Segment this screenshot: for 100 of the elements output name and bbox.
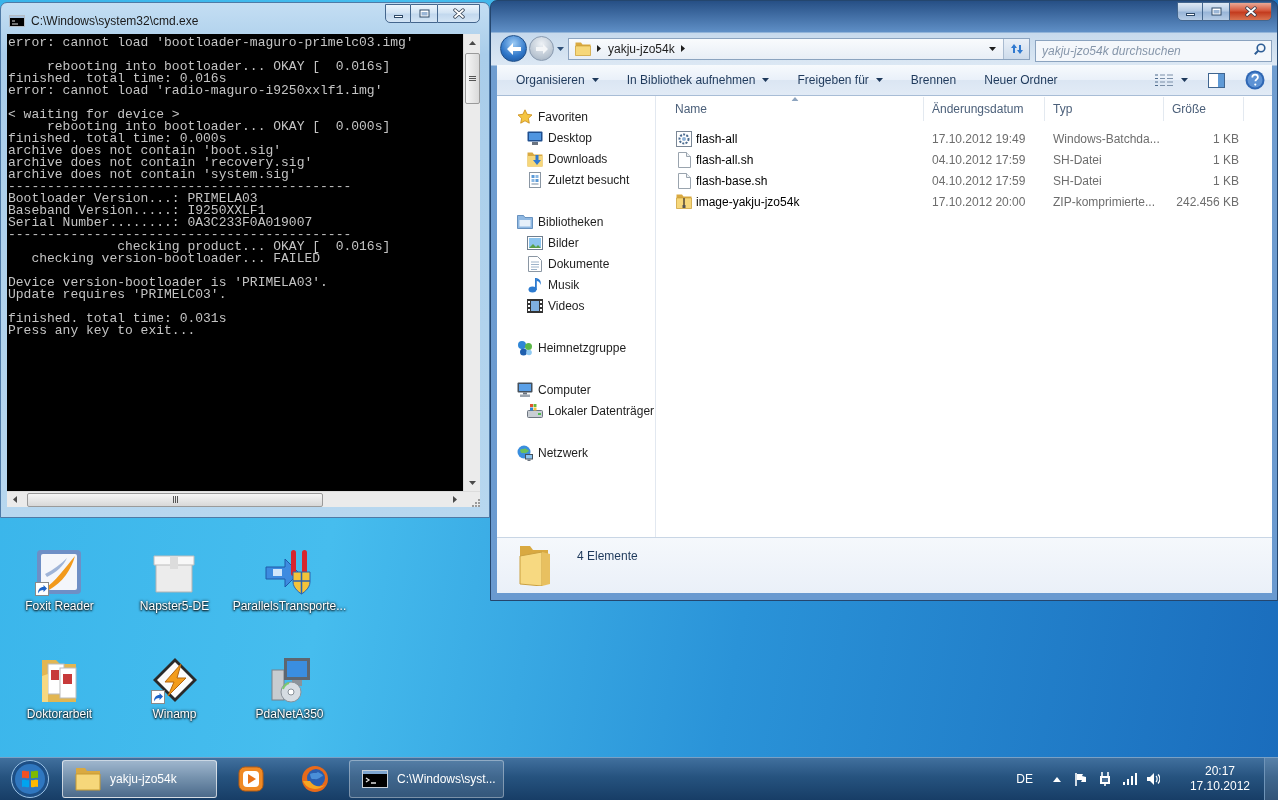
console-line: archive does not contain 'boot.sig' bbox=[8, 145, 282, 157]
search-field[interactable]: yakju-jzo54k durchsuchen bbox=[1035, 39, 1272, 62]
document-grid-icon bbox=[527, 171, 543, 188]
breadcrumb-item[interactable]: yakju-jzo54k bbox=[605, 39, 678, 58]
star-icon bbox=[517, 108, 533, 125]
clock-button[interactable]: 20:17 17.10.2012 bbox=[1189, 764, 1250, 794]
file-size: 242.456 KB bbox=[1176, 193, 1239, 211]
start-orb-icon bbox=[11, 760, 49, 798]
power-plug-icon[interactable] bbox=[1098, 772, 1111, 786]
refresh-icon bbox=[1009, 42, 1024, 55]
column-header[interactable]: Größe bbox=[1164, 97, 1244, 121]
dropdown-caret-icon bbox=[1181, 78, 1188, 82]
signal-bars-icon[interactable] bbox=[1122, 773, 1137, 785]
nav-group[interactable]: Favoriten bbox=[497, 106, 589, 127]
monitor-icon bbox=[527, 130, 543, 145]
nav-group[interactable]: Heimnetzgruppe bbox=[497, 337, 627, 358]
speaker-icon[interactable] bbox=[1146, 773, 1160, 785]
library-icon bbox=[517, 214, 533, 229]
up-caret-icon[interactable] bbox=[1052, 776, 1061, 782]
nav-item[interactable]: Downloads bbox=[497, 148, 608, 169]
scroll-left-arrow-icon[interactable] bbox=[13, 496, 17, 503]
network-globe-icon bbox=[517, 444, 533, 461]
toolbar-button[interactable]: Freigeben für bbox=[787, 68, 893, 92]
file-name[interactable]: image-yakju-jzo54k bbox=[696, 192, 800, 211]
language-indicator[interactable]: DE bbox=[1012, 770, 1037, 788]
document-icon bbox=[677, 172, 691, 189]
toolbar-button[interactable]: Neuer Ordner bbox=[974, 68, 1068, 92]
arrow-shield-icon bbox=[265, 548, 314, 596]
maximize-button[interactable] bbox=[411, 4, 437, 23]
window-title: C:\Windows\system32\cmd.exe bbox=[31, 13, 199, 30]
column-header[interactable]: Name bbox=[667, 97, 924, 121]
horizontal-scrollbar[interactable] bbox=[7, 491, 463, 507]
search-icon bbox=[1254, 42, 1266, 55]
file-size: 1 KB bbox=[1213, 172, 1239, 190]
console-line: error: cannot load 'radio-maguro-i9250xxlf1.img' bbox=[8, 85, 384, 97]
dropdown-caret-icon bbox=[875, 78, 883, 82]
scroll-down-arrow-icon[interactable] bbox=[468, 481, 476, 485]
nav-group[interactable]: Netzwerk bbox=[497, 442, 588, 463]
nav-item[interactable]: Videos bbox=[497, 295, 585, 316]
grip-icon bbox=[172, 496, 178, 503]
nav-item[interactable]: Dokumente bbox=[497, 253, 610, 274]
file-type: SH-Datei bbox=[1053, 173, 1102, 188]
console-line: archive does not contain 'system.sig' bbox=[8, 169, 297, 181]
console-line: Bootloader Version...: PRIMELA03 bbox=[8, 193, 258, 205]
file-date: 17.10.2012 20:00 bbox=[932, 194, 1026, 209]
close-icon bbox=[1244, 6, 1257, 17]
nav-item[interactable]: Desktop bbox=[497, 127, 593, 148]
flag-icon[interactable] bbox=[1074, 772, 1087, 786]
chevron-icon bbox=[680, 45, 685, 52]
details-view-icon bbox=[1155, 74, 1173, 86]
file-name[interactable]: flash-all bbox=[696, 129, 738, 148]
scroll-thumb[interactable] bbox=[464, 53, 480, 104]
nav-group[interactable]: Bibliotheken bbox=[497, 211, 604, 232]
scroll-right-arrow-icon[interactable] bbox=[453, 496, 457, 503]
nav-group[interactable]: Computer bbox=[497, 379, 591, 400]
column-header[interactable]: Änderungsdatum bbox=[924, 97, 1045, 121]
document-icon bbox=[528, 255, 542, 272]
toolbar-button[interactable]: In Bibliothek aufnehmen bbox=[616, 68, 780, 92]
resize-grip-icon[interactable] bbox=[471, 498, 480, 507]
pane-icon bbox=[1208, 72, 1225, 88]
file-name[interactable]: flash-base.sh bbox=[696, 171, 768, 190]
nav-item[interactable]: Musik bbox=[497, 274, 580, 295]
start-button[interactable] bbox=[9, 759, 51, 799]
picture-icon bbox=[527, 235, 543, 250]
scroll-up-arrow-icon[interactable] bbox=[468, 41, 476, 45]
minimize-button[interactable] bbox=[385, 4, 411, 23]
console-line: archive does not contain 'recovery.sig' bbox=[8, 157, 314, 169]
zipped-folder-icon bbox=[676, 194, 692, 209]
help-button[interactable] bbox=[1245, 69, 1265, 91]
vertical-scrollbar[interactable] bbox=[463, 34, 480, 491]
music-note-icon bbox=[528, 276, 542, 293]
shortcut-arrow-icon bbox=[35, 582, 50, 596]
close-button[interactable] bbox=[437, 4, 480, 23]
toolbar-button[interactable]: Organisieren bbox=[506, 68, 609, 92]
console-line: finished. total time: 0.000s bbox=[8, 133, 227, 145]
toolbar-button[interactable]: Brennen bbox=[900, 68, 967, 92]
dropdown-caret-icon bbox=[556, 46, 564, 51]
minimize-button[interactable] bbox=[1177, 2, 1203, 21]
nav-item[interactable]: Zuletzt besucht bbox=[497, 169, 630, 190]
forward-arrow-icon bbox=[535, 43, 548, 54]
column-header[interactable]: Typ bbox=[1045, 97, 1164, 121]
console-line: -------------------------------------------- bbox=[8, 229, 352, 241]
console-line: Baseband Version.....: I9250XXLF1 bbox=[8, 205, 266, 217]
item-count: 4 Elemente bbox=[577, 548, 638, 565]
file-name[interactable]: flash-all.sh bbox=[696, 150, 754, 169]
file-size: 1 KB bbox=[1213, 151, 1239, 169]
console-icon bbox=[362, 770, 388, 788]
back-button[interactable] bbox=[500, 35, 527, 62]
console-line: finished. total time: 0.016s bbox=[8, 73, 227, 85]
refresh-button[interactable] bbox=[1003, 38, 1029, 59]
taskbar-button[interactable]: C:\Windows\syst... bbox=[349, 760, 504, 798]
dropdown-caret-icon bbox=[762, 78, 770, 82]
nav-item[interactable]: Bilder bbox=[497, 232, 579, 253]
console-line: checking version-bootloader... FAILED bbox=[30, 253, 322, 265]
close-button[interactable] bbox=[1229, 2, 1272, 21]
maximize-button[interactable] bbox=[1203, 2, 1229, 21]
scroll-thumb[interactable] bbox=[27, 492, 323, 507]
nav-item[interactable]: Lokaler Datenträger bbox=[497, 400, 655, 421]
address-bar[interactable]: yakju-jzo54k bbox=[568, 37, 1030, 60]
console-line: Press any key to exit... bbox=[8, 325, 197, 337]
